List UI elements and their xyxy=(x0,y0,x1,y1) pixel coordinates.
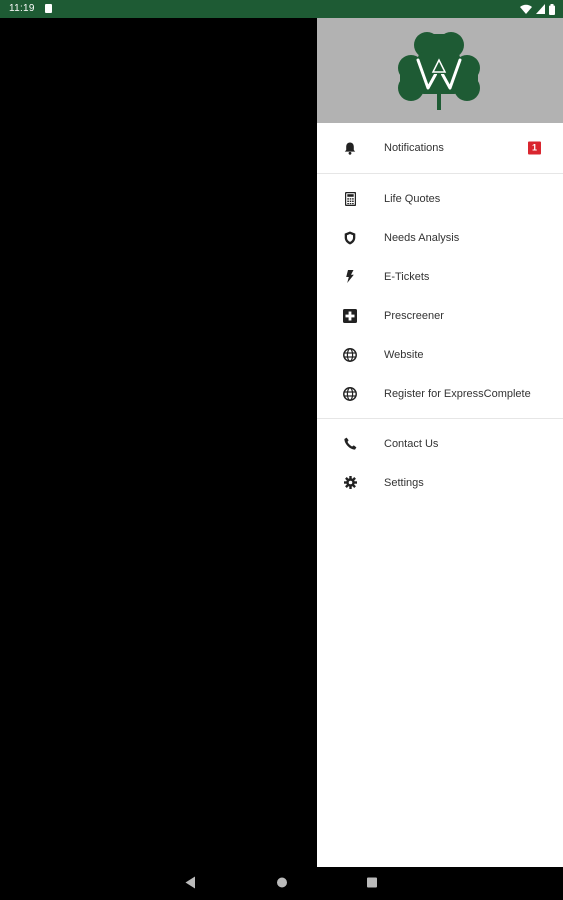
home-icon[interactable] xyxy=(276,876,288,889)
globe-icon xyxy=(342,386,358,402)
menu-item-needs-analysis[interactable]: Needs Analysis xyxy=(317,218,563,257)
menu-item-prescreener[interactable]: Prescreener xyxy=(317,296,563,335)
wifi-icon xyxy=(520,4,532,14)
navigation-drawer: Notifications 1 Life Quotes Needs Analys… xyxy=(317,18,563,867)
system-nav-bar xyxy=(0,867,563,900)
shield-icon xyxy=(342,230,358,246)
menu-item-life-quotes[interactable]: Life Quotes xyxy=(317,179,563,218)
phone-icon xyxy=(342,436,358,452)
status-time: 11:19 xyxy=(9,3,35,14)
bell-icon xyxy=(342,140,358,156)
menu-label: Notifications xyxy=(384,142,444,154)
menu-label: Website xyxy=(384,348,424,361)
drawer-menu-tools: Life Quotes Needs Analysis E-Tickets Pre… xyxy=(317,174,563,413)
bolt-icon xyxy=(342,269,358,285)
menu-item-e-tickets[interactable]: E-Tickets xyxy=(317,257,563,296)
menu-label: Needs Analysis xyxy=(384,231,460,244)
menu-label: Settings xyxy=(384,476,424,489)
menu-label: Contact Us xyxy=(384,437,439,450)
calculator-icon xyxy=(342,191,358,207)
drawer-header xyxy=(317,18,563,123)
menu-item-contact-us[interactable]: Contact Us xyxy=(317,424,563,463)
back-icon[interactable] xyxy=(185,876,196,889)
status-bar: 11:19 xyxy=(0,0,563,18)
gear-icon xyxy=(342,475,358,491)
menu-item-notifications[interactable]: Notifications 1 xyxy=(317,123,563,173)
drawer-scrim[interactable] xyxy=(0,18,317,867)
notification-badge: 1 xyxy=(528,141,541,155)
menu-label: E-Tickets xyxy=(384,270,430,283)
globe-icon xyxy=(342,347,358,363)
recents-icon[interactable] xyxy=(366,876,378,889)
menu-label: Prescreener xyxy=(384,309,444,322)
menu-item-website[interactable]: Website xyxy=(317,335,563,374)
sim-card-icon xyxy=(45,4,52,13)
medical-cross-icon xyxy=(342,308,358,324)
status-icons xyxy=(520,3,555,15)
drawer-menu: Notifications 1 xyxy=(317,123,563,173)
company-logo xyxy=(398,32,480,110)
cell-signal-icon xyxy=(536,4,545,14)
menu-item-register[interactable]: Register for ExpressComplete xyxy=(317,374,563,413)
battery-icon xyxy=(549,3,555,15)
menu-item-settings[interactable]: Settings xyxy=(317,463,563,502)
drawer-menu-support: Contact Us Settings xyxy=(317,419,563,502)
menu-label: Life Quotes xyxy=(384,192,441,205)
menu-label: Register for ExpressComplete xyxy=(384,387,531,400)
